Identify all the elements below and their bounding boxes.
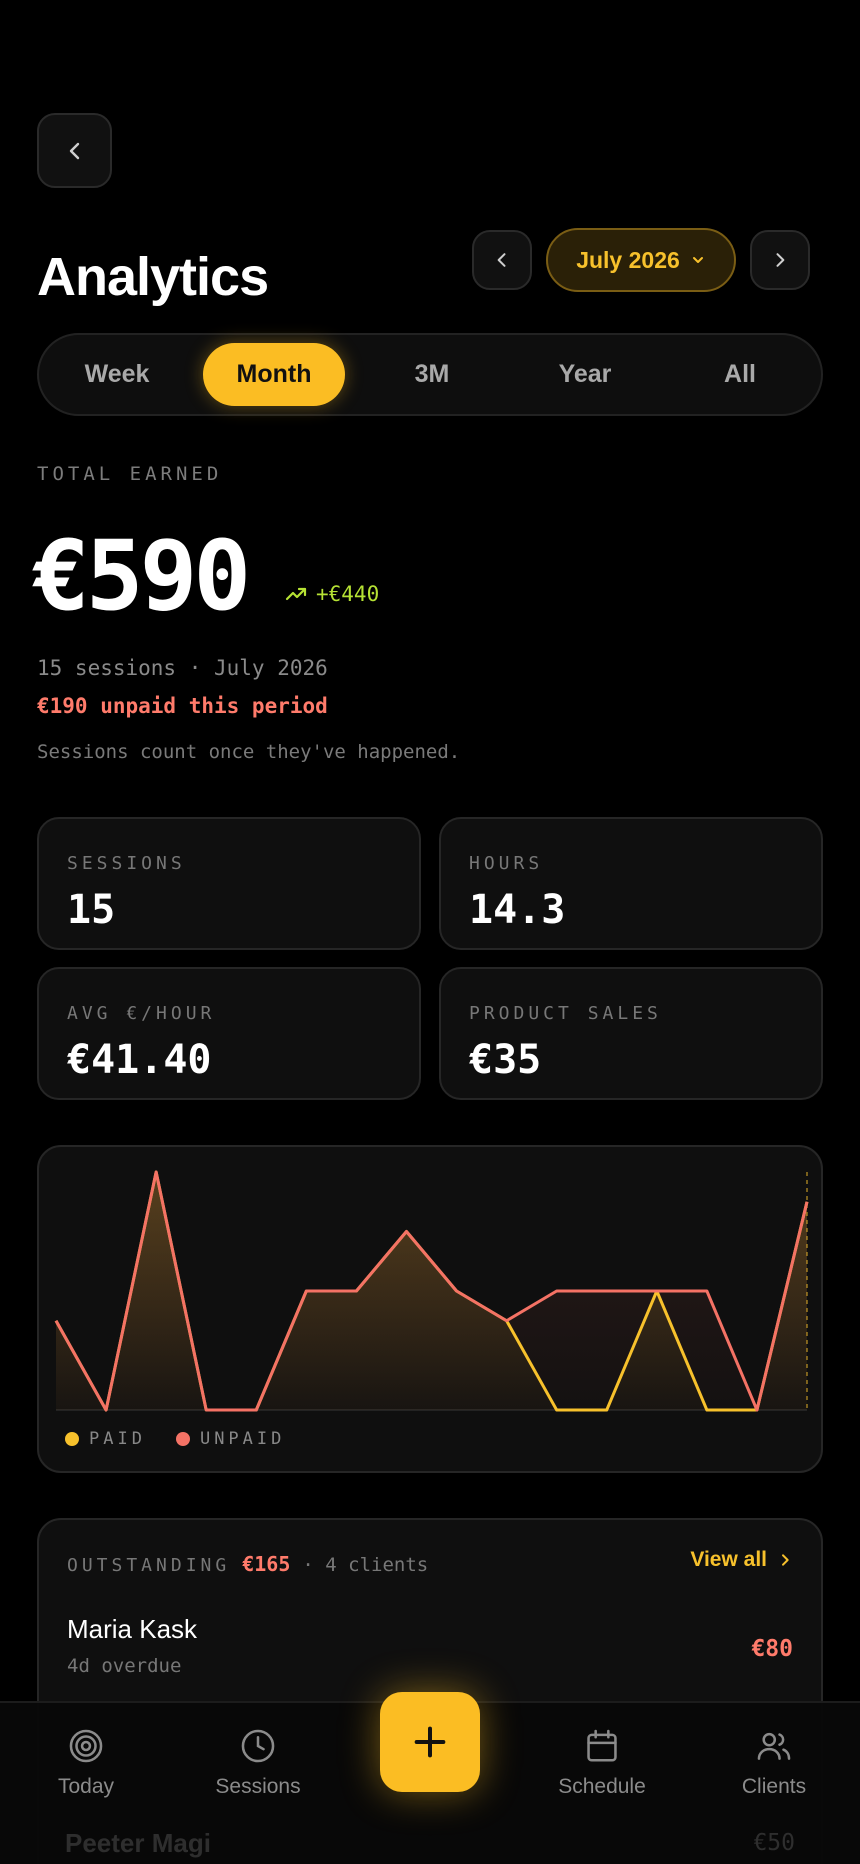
tab-all[interactable]: All <box>669 343 811 406</box>
tab-week[interactable]: Week <box>46 343 188 406</box>
chevron-right-icon <box>776 253 785 267</box>
stat-label: HOURS <box>469 853 544 874</box>
previous-month-button[interactable] <box>472 230 532 290</box>
target-icon <box>69 1729 103 1763</box>
legend-item-unpaid: UNPAID <box>175 1429 286 1449</box>
tab-schedule[interactable]: Schedule <box>527 1727 677 1799</box>
total-earned-amount: €590 <box>32 520 251 632</box>
tab-label: Sessions <box>215 1775 301 1798</box>
tab-sessions[interactable]: Sessions <box>183 1727 333 1799</box>
view-all-label: View all <box>690 1548 767 1571</box>
stat-label: SESSIONS <box>67 853 186 874</box>
calendar-icon <box>587 1729 617 1762</box>
month-label: July 2026 <box>576 246 680 273</box>
legend-label: PAID <box>89 1429 146 1449</box>
tab-year[interactable]: Year <box>514 343 656 406</box>
sessions-note: Sessions count once they've happened. <box>37 741 461 763</box>
month-selector[interactable]: July 2026 <box>546 228 736 292</box>
chevron-down-icon <box>692 257 703 263</box>
plus-icon <box>414 1726 446 1758</box>
list-item[interactable]: Maria Kask 4d overdue €80 <box>67 1614 793 1677</box>
outstanding-label: OUTSTANDING <box>67 1555 231 1576</box>
unpaid-dot-icon <box>175 1432 190 1446</box>
stat-card-sessions: SESSIONS 15 <box>37 817 421 950</box>
page-title: Analytics <box>37 247 269 307</box>
tab-3m[interactable]: 3M <box>361 343 503 406</box>
tab-month[interactable]: Month <box>203 343 345 406</box>
tab-label: Clients <box>741 1775 807 1798</box>
delta-value: +€440 <box>316 582 380 606</box>
stat-value: 15 <box>67 887 116 933</box>
client-amount: €50 <box>753 1830 795 1856</box>
tab-label: Today <box>57 1775 115 1798</box>
client-amount: €80 <box>751 1636 793 1662</box>
sessions-summary: 15 sessions · July 2026 <box>37 656 328 680</box>
outstanding-header: OUTSTANDING €165 · 4 clients <box>67 1552 428 1576</box>
stat-card-hours: HOURS 14.3 <box>439 817 823 950</box>
outstanding-clients: · 4 clients <box>302 1554 429 1576</box>
add-session-button[interactable] <box>380 1692 480 1792</box>
stat-label: PRODUCT SALES <box>469 1003 662 1024</box>
stat-card-avg-hour: AVG €/HOUR €41.40 <box>37 967 421 1100</box>
back-button[interactable] <box>37 113 112 188</box>
total-earned-label: TOTAL EARNED <box>37 463 223 485</box>
client-overdue: 4d overdue <box>67 1655 182 1677</box>
legend-label: UNPAID <box>199 1429 286 1449</box>
period-selector: Week Month 3M Year All <box>37 333 823 416</box>
outstanding-amount: €165 <box>242 1552 291 1576</box>
earnings-delta: +€440 <box>284 582 379 606</box>
paid-dot-icon <box>65 1432 79 1446</box>
chevron-left-icon <box>497 253 506 267</box>
users-icon <box>757 1732 791 1760</box>
stat-label: AVG €/HOUR <box>67 1003 216 1024</box>
tab-label: Schedule <box>558 1775 646 1798</box>
view-all-link[interactable]: View all <box>690 1548 793 1572</box>
client-name: Maria Kask <box>67 1614 198 1644</box>
tab-clients[interactable]: Clients <box>699 1727 849 1799</box>
earnings-chart-card: PAID UNPAID <box>37 1145 823 1473</box>
chevron-left-icon <box>69 142 79 159</box>
stat-value: 14.3 <box>469 887 566 933</box>
chevron-right-icon <box>782 1554 789 1566</box>
client-name: Peeter Magi <box>65 1828 211 1858</box>
stat-value: €41.40 <box>67 1037 212 1083</box>
legend-item-paid: PAID <box>65 1429 146 1449</box>
clock-icon <box>241 1729 275 1763</box>
stat-card-product-sales: PRODUCT SALES €35 <box>439 967 823 1100</box>
earnings-chart <box>54 1170 809 1412</box>
tab-today[interactable]: Today <box>11 1727 161 1799</box>
next-month-button[interactable] <box>750 230 810 290</box>
unpaid-summary: €190 unpaid this period <box>37 694 328 718</box>
chart-legend: PAID UNPAID <box>65 1429 285 1449</box>
stat-value: €35 <box>469 1037 542 1083</box>
trending-up-icon <box>285 587 307 601</box>
